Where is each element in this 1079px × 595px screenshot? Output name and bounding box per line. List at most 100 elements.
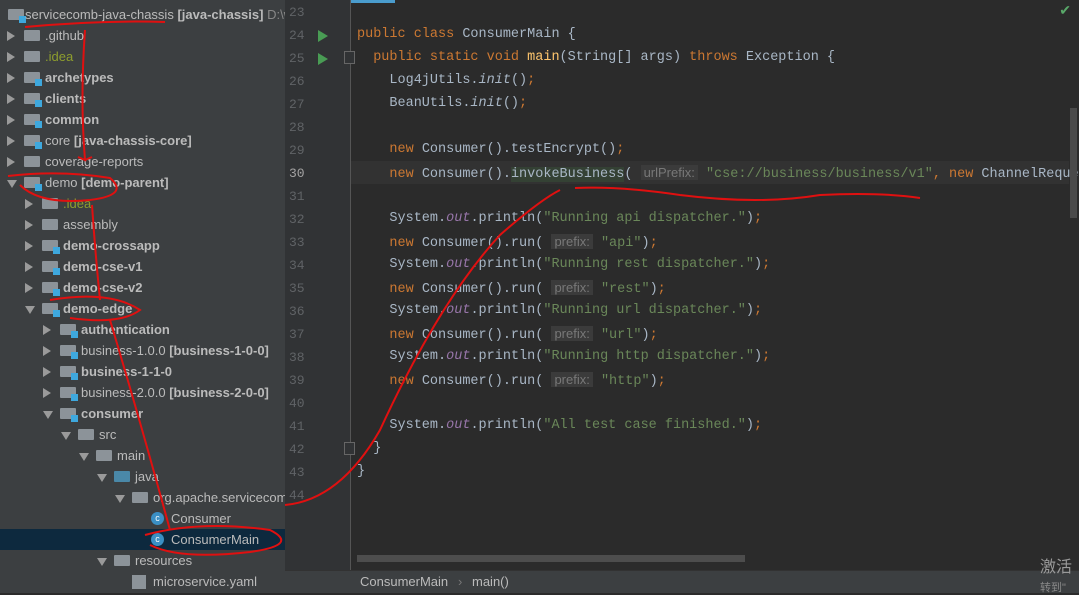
code-line[interactable]: System.out.println("Running api dispatch… [357, 207, 762, 230]
code-editor[interactable]: 23 24 25 26 27 28 29 30 31 32 33 34 35 36 37 38 39 40 41 42… [285, 0, 1079, 571]
tree-item-label: java [135, 469, 159, 484]
tree-item[interactable]: coverage-reports [0, 151, 285, 172]
fold-icon[interactable] [344, 51, 355, 64]
code-line[interactable]: System.out.println("All test case finish… [357, 414, 762, 437]
tree-root[interactable]: servicecomb-java-chassis [java-chassis] … [0, 4, 285, 25]
code-line[interactable]: System.out.println("Running rest dispatc… [357, 253, 770, 276]
tree-item[interactable]: microservice.yaml [0, 571, 285, 592]
line-number: 29 [289, 143, 305, 158]
tree-item[interactable]: common [0, 109, 285, 130]
tree-item[interactable]: consumer [0, 403, 285, 424]
chevron-right-icon[interactable] [43, 388, 51, 398]
tree-item-label: .idea [45, 49, 74, 64]
tree-item[interactable]: demo-crossapp [0, 235, 285, 256]
horizontal-scrollbar[interactable] [357, 555, 745, 562]
code-token: "url" [592, 328, 642, 343]
tree-item[interactable]: demo-cse-v1 [0, 256, 285, 277]
code-line[interactable]: new Consumer().run( prefix: "rest"); [357, 276, 666, 299]
code-line[interactable]: } [357, 437, 381, 460]
tree-item-module: [java-chassis-core] [73, 133, 192, 148]
line-number: 44 [289, 488, 305, 503]
chevron-right-icon[interactable] [25, 262, 33, 272]
chevron-right-icon[interactable] [7, 136, 15, 146]
code-token: ; [762, 257, 771, 272]
chevron-down-icon[interactable] [97, 474, 107, 482]
chevron-right-icon[interactable] [7, 52, 15, 62]
code-line[interactable]: Log4jUtils.init(); [357, 69, 535, 92]
code-line[interactable]: BeanUtils.init(); [357, 92, 527, 115]
code-token: System. [357, 257, 447, 272]
run-gutter-icon[interactable] [318, 53, 328, 65]
tree-item[interactable]: java [0, 466, 285, 487]
code-line[interactable]: new Consumer().testEncrypt(); [357, 138, 624, 161]
run-gutter-icon[interactable] [318, 30, 328, 42]
tree-item[interactable]: clients [0, 88, 285, 109]
chevron-right-icon[interactable] [7, 31, 15, 41]
chevron-down-icon[interactable] [25, 306, 35, 314]
tree-item[interactable]: .idea [0, 46, 285, 67]
tree-item[interactable]: business-2.0.0 [business-2-0-0] [0, 382, 285, 403]
tree-item[interactable]: .github [0, 25, 285, 46]
tree-item[interactable]: demo-edge [0, 298, 285, 319]
chevron-right-icon[interactable] [25, 283, 33, 293]
folder-folder-icon [42, 219, 58, 230]
chevron-down-icon[interactable] [61, 432, 71, 440]
code-token: .println( [470, 303, 544, 318]
tree-item[interactable]: src [0, 424, 285, 445]
chevron-right-icon[interactable] [25, 241, 33, 251]
tree-item[interactable]: c Consumer [0, 508, 285, 529]
code-token: ) [754, 349, 763, 364]
parameter-hint: prefix: [551, 326, 593, 341]
tree-item[interactable]: .idea [0, 193, 285, 214]
tree-item[interactable]: assembly [0, 214, 285, 235]
chevron-right-icon[interactable] [43, 325, 51, 335]
chevron-right-icon[interactable] [25, 199, 33, 209]
tree-item-module: [business-2-0-0] [169, 385, 269, 400]
tree-item-label: coverage-reports [45, 154, 144, 169]
code-line[interactable]: public static void main(String[] args) t… [357, 46, 835, 69]
vertical-scrollbar[interactable] [1070, 108, 1077, 218]
code-token: "rest" [592, 282, 650, 297]
code-line[interactable]: System.out.println("Running http dispatc… [357, 345, 770, 368]
chevron-right-icon[interactable] [25, 220, 33, 230]
breadcrumb-method[interactable]: main() [472, 571, 509, 593]
code-line[interactable]: } [357, 460, 365, 483]
code-line[interactable]: new Consumer().run( prefix: "http"); [357, 368, 666, 391]
chevron-down-icon[interactable] [7, 180, 17, 188]
chevron-down-icon[interactable] [115, 495, 125, 503]
code-line[interactable]: new Consumer().run( prefix: "api"); [357, 230, 658, 253]
tree-item[interactable]: org.apache.servicecom [0, 487, 285, 508]
tree-item[interactable]: c ConsumerMain [0, 529, 285, 550]
chevron-right-icon[interactable] [43, 367, 51, 377]
code-line[interactable]: new Consumer().invokeBusiness( urlPrefix… [351, 161, 1079, 184]
tree-item[interactable]: resources [0, 550, 285, 571]
tree-item[interactable]: core [java-chassis-core] [0, 130, 285, 151]
chevron-right-icon[interactable] [7, 157, 15, 167]
chevron-right-icon[interactable] [7, 115, 15, 125]
code-line[interactable]: new Consumer().run( prefix: "url"); [357, 322, 658, 345]
tree-item[interactable]: archetypes [0, 67, 285, 88]
chevron-down-icon[interactable] [43, 411, 53, 419]
breadcrumb-class[interactable]: ConsumerMain [360, 571, 448, 593]
tree-item[interactable]: authentication [0, 319, 285, 340]
code-token: .println( [470, 418, 544, 433]
code-token: ) [641, 328, 650, 343]
tree-item-label: demo [45, 175, 78, 190]
code-line[interactable]: System.out.println("Running url dispatch… [357, 299, 762, 322]
chevron-down-icon[interactable] [97, 558, 107, 566]
tree-item[interactable]: main [0, 445, 285, 466]
code-line[interactable]: public class ConsumerMain { [357, 23, 576, 46]
chevron-right-icon[interactable] [7, 73, 15, 83]
chevron-right-icon[interactable] [43, 346, 51, 356]
tree-item-label: Consumer [171, 511, 231, 526]
code-token: out [446, 257, 471, 272]
fold-icon[interactable] [344, 442, 355, 455]
tree-item[interactable]: business-1-1-0 [0, 361, 285, 382]
tree-item[interactable]: business-1.0.0 [business-1-0-0] [0, 340, 285, 361]
tree-item[interactable]: demo [demo-parent] [0, 172, 285, 193]
tree-item-label: assembly [63, 217, 118, 232]
tree-item[interactable]: demo-cse-v2 [0, 277, 285, 298]
chevron-down-icon[interactable] [79, 453, 89, 461]
chevron-right-icon[interactable] [7, 94, 15, 104]
editor-tab-bar [285, 0, 1079, 3]
